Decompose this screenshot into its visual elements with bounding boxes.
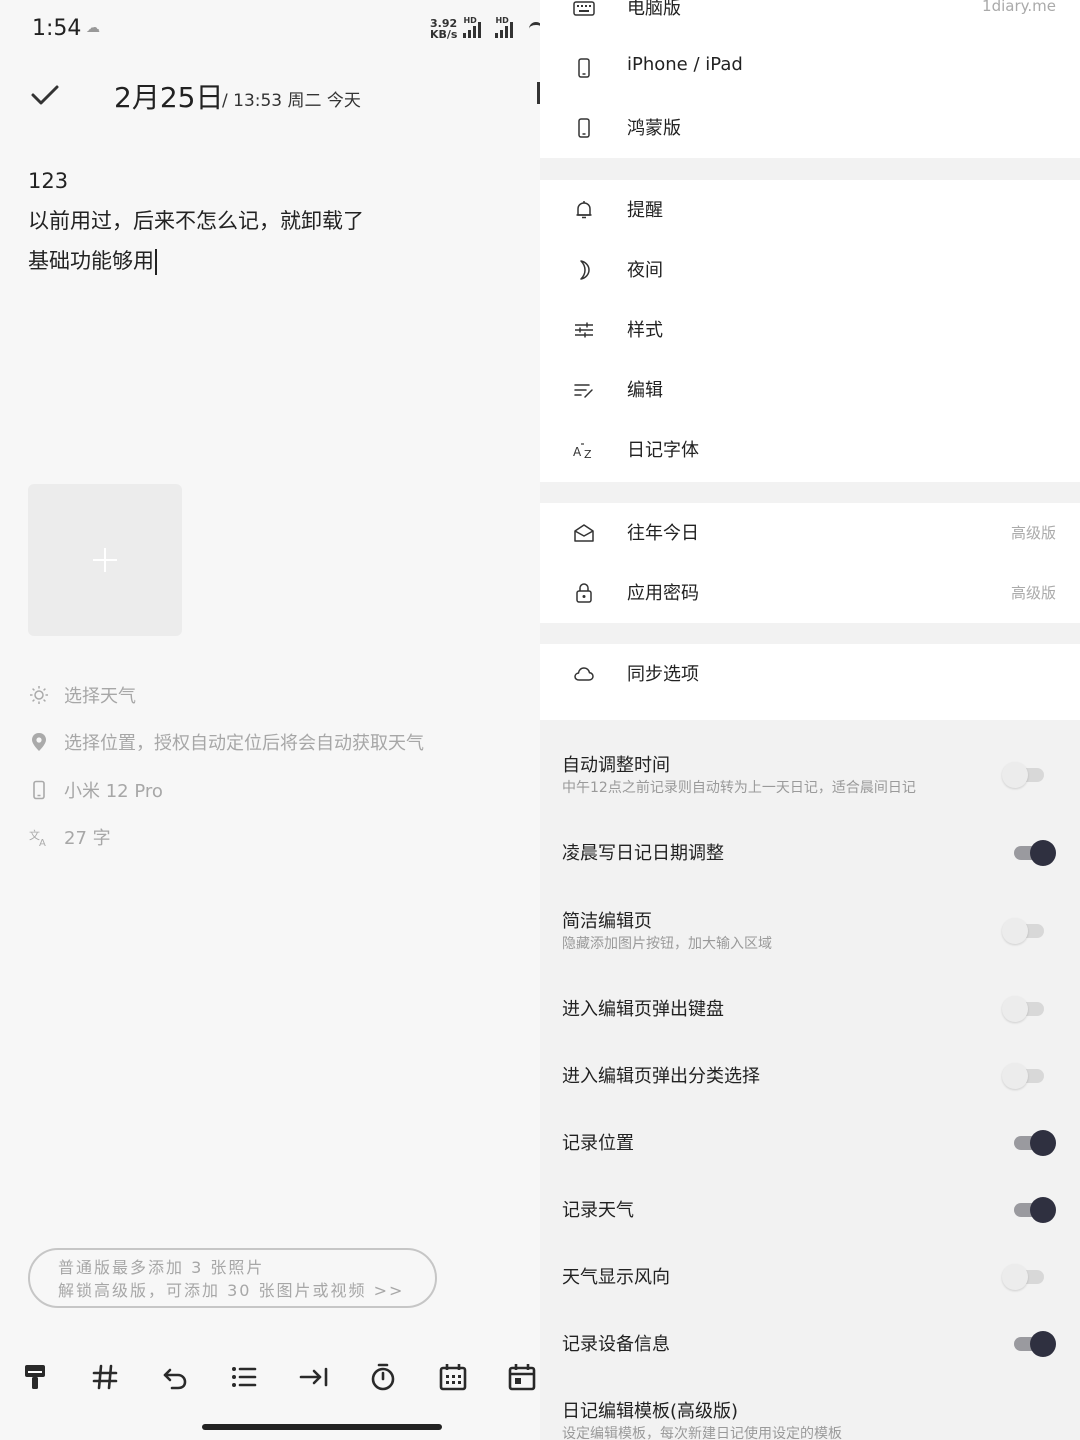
setting-auto-adjust-time[interactable]: 自动调整时间 中午12点之前记录则自动转为上一天日记，适合晨间日记 bbox=[540, 740, 1080, 810]
svg-text:Z: Z bbox=[584, 448, 592, 461]
calendar-icon[interactable] bbox=[507, 1362, 537, 1392]
undo-icon[interactable] bbox=[160, 1362, 190, 1392]
toggle-switch[interactable] bbox=[1002, 1264, 1044, 1290]
setting-popup-keyboard[interactable]: 进入编辑页弹出键盘 bbox=[540, 982, 1080, 1032]
translate-icon: 文A bbox=[28, 826, 50, 848]
toggle-switch[interactable] bbox=[1002, 996, 1044, 1022]
entry-date[interactable]: 2月25日 bbox=[114, 76, 223, 116]
premium-features-card: 往年今日 高级版 应用密码 高级版 bbox=[540, 503, 1080, 623]
status-indicators: 3.92 KB/s HD HD bbox=[430, 16, 540, 41]
hash-icon[interactable] bbox=[90, 1362, 120, 1392]
signal-icon: HD bbox=[463, 16, 489, 38]
weather-selector[interactable]: 选择天气 bbox=[28, 680, 136, 710]
text-cursor bbox=[155, 249, 157, 275]
menu-item-sync-options[interactable]: 同步选项 bbox=[540, 644, 1080, 704]
lock-icon bbox=[572, 581, 596, 605]
setting-show-wind-direction[interactable]: 天气显示风向 bbox=[540, 1250, 1080, 1300]
list-icon[interactable] bbox=[229, 1362, 259, 1392]
word-count: 文A 27 字 bbox=[28, 826, 111, 849]
editor-toolbar bbox=[0, 1356, 540, 1402]
setting-late-night-date-adjust[interactable]: 凌晨写日记日期调整 bbox=[540, 826, 1080, 876]
phone-icon bbox=[572, 56, 596, 80]
indent-icon[interactable] bbox=[299, 1362, 329, 1392]
bell-icon bbox=[572, 198, 596, 222]
editor-header: 2月25日 / 13:53 周二 今天 bbox=[0, 70, 540, 120]
home-indicator[interactable] bbox=[202, 1424, 442, 1430]
edit-lines-icon bbox=[572, 378, 596, 402]
signal-icon-2: HD bbox=[495, 16, 521, 38]
text-line: 以前用过，后来不怎么记，就卸载了 bbox=[28, 209, 364, 233]
status-bar: 1:54 ☁ 3.92 KB/s HD HD bbox=[0, 0, 540, 60]
network-speed: 3.92 KB/s bbox=[430, 17, 458, 41]
menu-item-diary-font[interactable]: AZ 日记字体 bbox=[540, 420, 1080, 480]
menu-item-night[interactable]: 夜间 bbox=[540, 240, 1080, 300]
location-selector[interactable]: 选择位置，授权自动定位后将会自动获取天气 bbox=[28, 727, 424, 757]
device-info: 小米 12 Pro bbox=[28, 775, 163, 805]
setting-record-weather[interactable]: 记录天气 bbox=[540, 1183, 1080, 1233]
toggle-switch[interactable] bbox=[1002, 762, 1044, 788]
moon-icon bbox=[572, 258, 596, 282]
sliders-icon bbox=[572, 318, 596, 342]
settings-panel: 电脑版 1diary.me iPhone / iPad 鸿蒙版 提醒 夜间 样式… bbox=[540, 0, 1080, 1440]
add-photo-button[interactable] bbox=[28, 484, 182, 636]
setting-simple-edit-page[interactable]: 简洁编辑页 隐藏添加图片按钮，加大输入区域 bbox=[540, 896, 1080, 966]
check-icon[interactable] bbox=[30, 80, 60, 110]
setting-popup-category[interactable]: 进入编辑页弹出分类选择 bbox=[540, 1049, 1080, 1099]
setting-edit-template[interactable]: 日记编辑模板(高级版) 设定编辑模板，每次新建日记使用设定的模板 bbox=[540, 1386, 1080, 1440]
toggle-switch[interactable] bbox=[1014, 1331, 1056, 1357]
envelope-icon bbox=[572, 521, 596, 545]
phone-icon bbox=[28, 779, 50, 801]
toggle-switch[interactable] bbox=[1002, 918, 1044, 944]
diary-editor-panel: 1:54 ☁ 3.92 KB/s HD HD 2月25日 / 13:53 周二 … bbox=[0, 0, 540, 1440]
toggle-switch[interactable] bbox=[1014, 1197, 1056, 1223]
sync-card: 同步选项 bbox=[540, 644, 1080, 720]
menu-item-style[interactable]: 样式 bbox=[540, 300, 1080, 360]
toggle-switch[interactable] bbox=[1014, 840, 1056, 866]
sun-icon bbox=[28, 684, 50, 706]
svg-text:A: A bbox=[573, 445, 582, 459]
menu-item-harmonyos[interactable]: 鸿蒙版 bbox=[540, 98, 1080, 158]
status-time: 1:54 bbox=[32, 16, 82, 41]
cloud-icon bbox=[572, 662, 596, 686]
font-az-icon: AZ bbox=[572, 438, 596, 462]
weather-status-icon: ☁ bbox=[86, 20, 100, 36]
upgrade-banner[interactable]: 普通版最多添加 3 张照片 解锁高级版，可添加 30 张图片或视频 >> bbox=[28, 1248, 437, 1308]
calendar-grid-icon[interactable] bbox=[438, 1362, 468, 1392]
toggle-switch[interactable] bbox=[1014, 1130, 1056, 1156]
keyboard-icon bbox=[572, 0, 596, 20]
menu-item-on-this-day[interactable]: 往年今日 高级版 bbox=[540, 503, 1080, 563]
timer-icon[interactable] bbox=[368, 1362, 398, 1392]
wifi-icon bbox=[529, 22, 540, 36]
setting-record-device-info[interactable]: 记录设备信息 bbox=[540, 1317, 1080, 1367]
svg-text:A: A bbox=[39, 838, 46, 847]
paint-brush-icon[interactable] bbox=[20, 1362, 50, 1392]
location-pin-icon bbox=[28, 731, 50, 753]
menu-item-reminder[interactable]: 提醒 bbox=[540, 180, 1080, 240]
menu-item-iphone-ipad[interactable]: iPhone / iPad bbox=[540, 38, 1080, 98]
platforms-card: 电脑版 1diary.me iPhone / iPad 鸿蒙版 bbox=[540, 0, 1080, 158]
text-line: 基础功能够用 bbox=[28, 242, 364, 282]
text-line: 123 bbox=[28, 169, 69, 193]
setting-record-location[interactable]: 记录位置 bbox=[540, 1116, 1080, 1166]
menu-item-app-password[interactable]: 应用密码 高级版 bbox=[540, 563, 1080, 623]
general-settings-card: 提醒 夜间 样式 编辑 AZ 日记字体 bbox=[540, 180, 1080, 482]
diary-text-area[interactable]: 123 以前用过，后来不怎么记，就卸载了 基础功能够用 bbox=[28, 162, 364, 282]
menu-item-desktop[interactable]: 电脑版 1diary.me bbox=[540, 0, 1080, 38]
menu-item-edit[interactable]: 编辑 bbox=[540, 360, 1080, 420]
toggle-switch[interactable] bbox=[1002, 1063, 1044, 1089]
entry-time-meta: / 13:53 周二 今天 bbox=[222, 91, 361, 111]
phone-icon bbox=[572, 116, 596, 140]
